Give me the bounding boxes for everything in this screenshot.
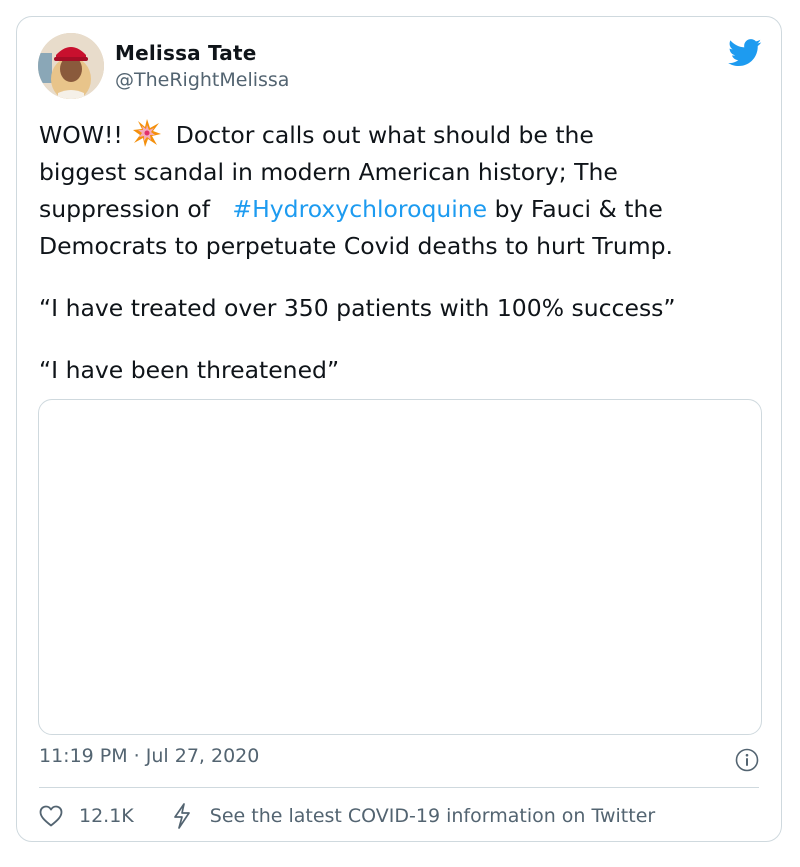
tweet-line: WOW!! Doctor calls out what should be th… xyxy=(39,117,769,154)
tweet-body: WOW!! Doctor calls out what should be th… xyxy=(39,117,769,389)
tweet-line: biggest scandal in modern American histo… xyxy=(39,158,618,186)
tweet-card: Melissa Tate @TheRightMelissa WOW!! Doct… xyxy=(16,16,782,842)
divider xyxy=(39,787,759,788)
media-embed[interactable] xyxy=(38,399,762,735)
collision-emoji xyxy=(133,119,162,147)
info-icon[interactable] xyxy=(735,748,759,772)
tweet-actions: 12.1K See the latest COVID-19 informatio… xyxy=(39,803,655,829)
tweet-quote: “I have been threatened” xyxy=(39,356,340,384)
timestamp-link[interactable]: 11:19 PM · Jul 27, 2020 xyxy=(39,745,259,767)
heart-icon[interactable] xyxy=(39,805,63,827)
tweet-text: Doctor calls out what should be the xyxy=(175,121,594,149)
like-count[interactable]: 12.1K xyxy=(79,805,134,827)
avatar[interactable] xyxy=(38,33,104,99)
tweet-text: by Fauci & the xyxy=(487,195,663,223)
tweet-text: WOW!! xyxy=(39,121,123,149)
tweet-line: Democrats to perpetuate Covid deaths to … xyxy=(39,232,673,260)
tweet-quote: “I have treated over 350 patients with 1… xyxy=(39,294,676,322)
author-name[interactable]: Melissa Tate xyxy=(115,41,257,65)
tweet-line: suppression of #Hydroxychloroquine by Fa… xyxy=(39,191,769,228)
tweet-text: suppression of xyxy=(39,195,218,223)
twitter-bird-icon[interactable] xyxy=(728,39,762,67)
author-handle[interactable]: @TheRightMelissa xyxy=(115,69,289,91)
covid-info-link[interactable]: See the latest COVID-19 information on T… xyxy=(210,805,655,827)
hashtag-link[interactable]: #Hydroxychloroquine xyxy=(232,195,487,223)
lightning-icon[interactable] xyxy=(172,803,192,829)
